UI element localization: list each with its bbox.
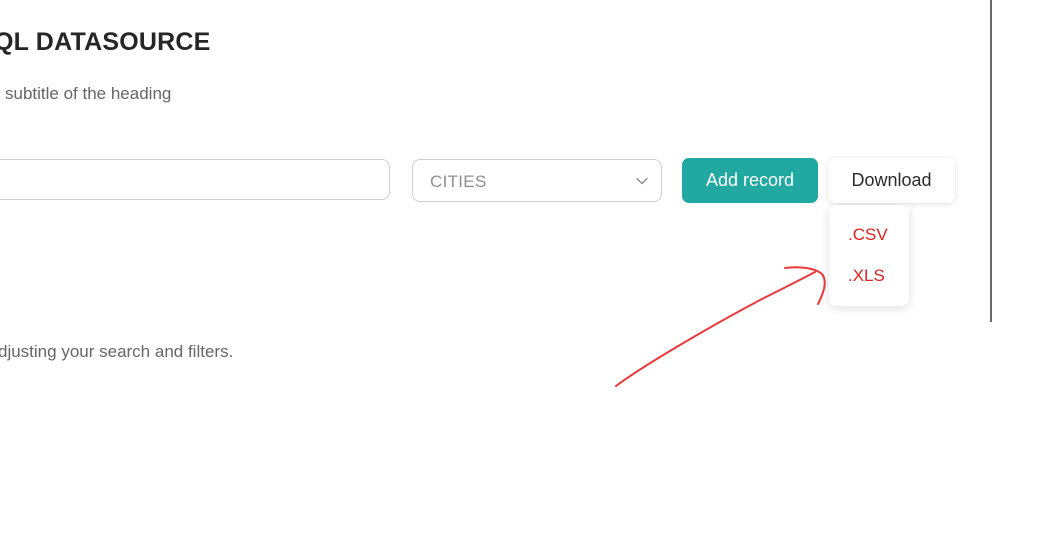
annotation-arrow (615, 266, 826, 387)
page: QL DATASOURCE subtitle of the heading CI… (0, 0, 1056, 558)
